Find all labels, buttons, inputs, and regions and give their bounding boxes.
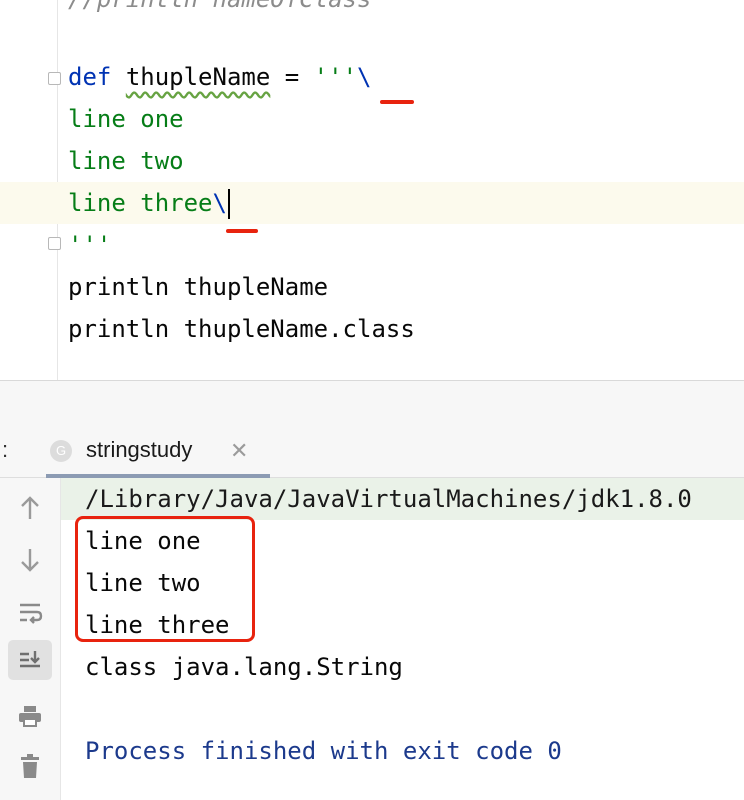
code-line-string-close: ''': [68, 231, 112, 259]
code-editor[interactable]: //println nameOfClass def thupleName = '…: [0, 0, 744, 380]
tab-stringstudy[interactable]: G stringstudy ✕: [46, 425, 270, 478]
run-tool-window-header: : G stringstudy ✕: [0, 425, 744, 478]
console-java-path: /Library/Java/JavaVirtualMachines/jdk1.8…: [85, 485, 692, 513]
code-line-println-2: println thupleName.class: [68, 315, 415, 343]
trash-icon[interactable]: [8, 746, 52, 786]
code-line-string-2: line two: [68, 147, 184, 175]
print-icon[interactable]: [8, 696, 52, 736]
console-exit-message: Process finished with exit code 0: [85, 737, 562, 765]
arrow-down-icon[interactable]: [8, 540, 52, 580]
annotation-underline-2: [226, 229, 258, 233]
tool-window-title-fragment: :: [2, 437, 9, 462]
console-toolbar: [0, 478, 61, 800]
groovy-file-icon: G: [50, 440, 72, 462]
code-line-string-1: line one: [68, 105, 184, 133]
arrow-up-icon[interactable]: [8, 488, 52, 528]
code-line-println-1: println thupleName: [68, 273, 329, 301]
annotation-highlight-box: [75, 516, 255, 642]
code-line-string-3: line three\: [68, 182, 230, 224]
text-caret: [227, 189, 230, 219]
code-line-def: def thupleName = '''\: [68, 63, 372, 91]
console-output-line: class java.lang.String: [85, 653, 403, 681]
fold-marker-open[interactable]: [48, 72, 61, 85]
close-icon[interactable]: ✕: [230, 438, 248, 464]
panel-splitter[interactable]: [0, 380, 744, 426]
soft-wrap-icon[interactable]: [8, 592, 52, 632]
fold-marker-close[interactable]: [48, 237, 61, 250]
scroll-to-end-icon[interactable]: [8, 640, 52, 680]
console-output[interactable]: /Library/Java/JavaVirtualMachines/jdk1.8…: [61, 478, 744, 800]
code-line-comment: //println nameOfClass: [68, 0, 371, 20]
annotation-underline-1: [380, 100, 414, 104]
tab-label: stringstudy: [86, 437, 193, 462]
